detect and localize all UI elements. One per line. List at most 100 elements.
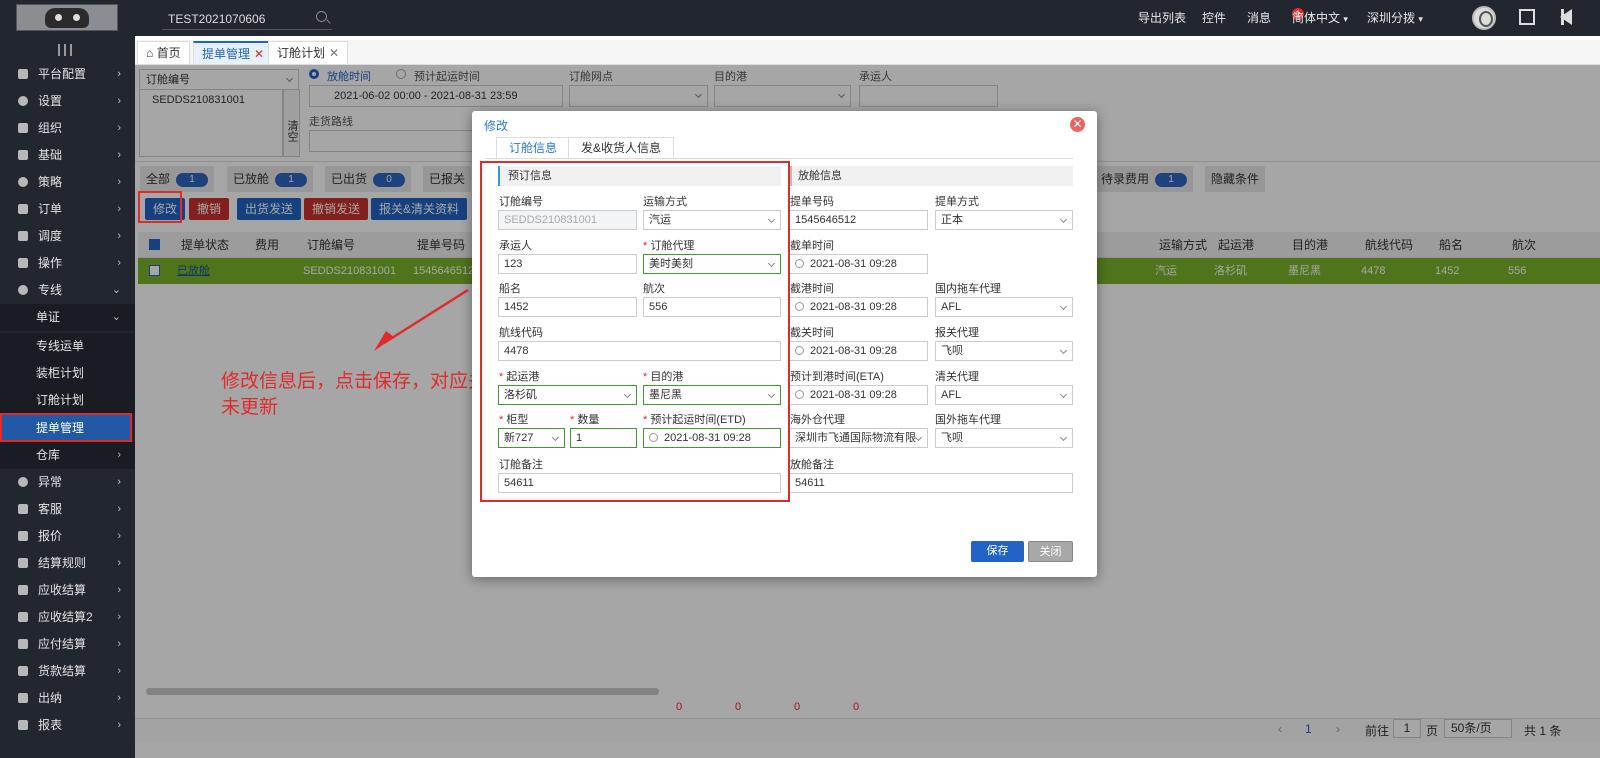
sidebar-item-settle-rules[interactable]: 结算规则 ›: [0, 550, 135, 577]
sidebar-item-express-waybill[interactable]: 专线运单: [0, 333, 135, 360]
sidebar-item-loading-plan[interactable]: 装柜计划: [0, 360, 135, 387]
modal-title: 修改: [484, 119, 509, 133]
org-icon: [18, 123, 28, 133]
sidebar-item-cashier[interactable]: 出纳 ›: [0, 685, 135, 712]
label-cut-bl-time: 截单时间: [790, 240, 834, 252]
fullscreen-icon[interactable]: [1519, 9, 1535, 25]
clock-icon: [795, 346, 804, 355]
sidebar-item-settings[interactable]: 设置 ›: [0, 88, 135, 115]
label-eta: 预计到港时间(ETA): [790, 371, 884, 383]
user-icon: [18, 693, 28, 703]
label-customs-agent: 报关代理: [935, 327, 979, 339]
bl-no-field[interactable]: 1545646512: [789, 210, 928, 230]
coin-icon: [18, 585, 28, 595]
sidebar-item-dispatch[interactable]: 调度 ›: [0, 223, 135, 250]
bl-type-select[interactable]: 正本: [935, 210, 1073, 230]
collapse-icon[interactable]: [1560, 9, 1572, 25]
label-overseas-warehouse: 海外仓代理: [790, 414, 845, 426]
close-icon[interactable]: ✕: [1070, 117, 1085, 132]
sidebar-item-operation[interactable]: 操作 ›: [0, 250, 135, 277]
tab-divider: [485, 158, 1073, 159]
logo[interactable]: [16, 4, 118, 31]
label-foreign-truck: 国外拖车代理: [935, 414, 1001, 426]
sidebar-item-booking-plan[interactable]: 订舱计划: [0, 387, 135, 414]
list-icon: [18, 204, 28, 214]
tab-consignor-info[interactable]: 发&收货人信息: [568, 137, 675, 159]
search-input[interactable]: TEST2021070606: [162, 8, 332, 30]
sidebar-item-payable[interactable]: 应付结算 ›: [0, 631, 135, 658]
sidebar-item-quote[interactable]: 报价 ›: [0, 523, 135, 550]
label-domestic-truck: 国内拖车代理: [935, 283, 1001, 295]
cut-port-time-picker[interactable]: 2021-08-31 09:28: [789, 297, 928, 317]
coin-icon: [18, 639, 28, 649]
sidebar-group-documents[interactable]: 单证 ⌄: [0, 304, 135, 331]
clock-icon: [795, 302, 804, 311]
sidebar-item-platform[interactable]: 平台配置 ›: [0, 61, 135, 88]
sidebar-item-bl-manage[interactable]: 提单管理: [0, 413, 132, 442]
search-icon[interactable]: [316, 11, 327, 22]
gear-icon: [18, 96, 28, 106]
layers-icon: [18, 150, 28, 160]
monitor-icon: [18, 69, 28, 79]
label-clearance-agent: 清关代理: [935, 371, 979, 383]
home-icon: ⌂: [146, 46, 154, 60]
sidebar-item-express[interactable]: 专线 ⌄: [0, 277, 135, 304]
label-bl-type: 提单方式: [935, 196, 979, 208]
tab-booking-info[interactable]: 订舱信息: [496, 137, 571, 159]
clock-icon: [795, 390, 804, 399]
tab-bar: [135, 40, 1600, 65]
headset-icon: [18, 504, 28, 514]
nav-messages[interactable]: 消息: [1247, 0, 1271, 36]
menu-toggle-icon[interactable]: [58, 44, 72, 56]
chevron-down-icon: ▾: [1343, 14, 1348, 24]
tab-booking-plan[interactable]: 订舱计划 ✕: [268, 41, 349, 65]
sidebar-item-goods-settle[interactable]: 货款结算 ›: [0, 658, 135, 685]
close-icon[interactable]: ✕: [329, 46, 339, 60]
foreign-truck-select[interactable]: 飞呗: [935, 428, 1073, 448]
nav-export-list[interactable]: 导出列表: [1138, 0, 1186, 36]
coin-icon: [18, 612, 28, 622]
sidebar-item-reports[interactable]: 报表 ›: [0, 712, 135, 739]
shield-icon: [18, 177, 28, 187]
monitor-icon: [18, 558, 28, 568]
hand-icon: [18, 258, 28, 268]
hand-icon: [18, 231, 28, 241]
coin-icon: [18, 666, 28, 676]
clock-icon: [18, 285, 28, 295]
region-select[interactable]: 深圳分拨 ▾: [1367, 0, 1423, 36]
sidebar-item-strategy[interactable]: 策略 ›: [0, 169, 135, 196]
eta-date-picker[interactable]: 2021-08-31 09:28: [789, 385, 928, 405]
tab-home[interactable]: ⌂ 首页: [137, 41, 190, 65]
sidebar-item-warehouse[interactable]: 仓库 ›: [0, 442, 135, 469]
chart-icon: [18, 720, 28, 730]
cut-customs-time-picker[interactable]: 2021-08-31 09:28: [789, 341, 928, 361]
nav-controls[interactable]: 控件: [1202, 0, 1226, 36]
overseas-warehouse-select[interactable]: 深圳市飞通国际物流有限: [789, 428, 928, 448]
label-bl-no: 提单号码: [790, 196, 834, 208]
sidebar-item-order[interactable]: 订单 ›: [0, 196, 135, 223]
save-button[interactable]: 保存: [971, 541, 1024, 562]
tab-bl-manage[interactable]: 提单管理 ✕: [193, 41, 274, 65]
annotation-arrow: [374, 288, 469, 351]
sidebar-item-exception[interactable]: 异常 ›: [0, 469, 135, 496]
label-cut-customs-time: 截关时间: [790, 327, 834, 339]
domestic-truck-select[interactable]: AFL: [935, 297, 1073, 317]
alert-icon: [18, 477, 28, 487]
annotation-box: [138, 191, 182, 223]
close-button[interactable]: 关闭: [1028, 541, 1073, 562]
release-remark-field[interactable]: 54611: [789, 473, 1073, 493]
cut-bl-time-picker[interactable]: 2021-08-31 09:28: [789, 254, 928, 274]
customs-agent-select[interactable]: 飞呗: [935, 341, 1073, 361]
sidebar-item-receivable[interactable]: 应收结算 ›: [0, 577, 135, 604]
avatar[interactable]: [1472, 6, 1496, 30]
label-release-remark: 放舱备注: [790, 459, 834, 471]
sidebar-item-service[interactable]: 客服 ›: [0, 496, 135, 523]
sidebar-item-receivable2[interactable]: 应收结算2 ›: [0, 604, 135, 631]
clearance-agent-select[interactable]: AFL: [935, 385, 1073, 405]
sidebar-item-org[interactable]: 组织 ›: [0, 115, 135, 142]
tag-icon: [18, 531, 28, 541]
language-select[interactable]: 简体中文 ▾: [1292, 0, 1348, 36]
section-release: 放舱信息: [790, 166, 1073, 186]
close-icon[interactable]: ✕: [254, 47, 264, 61]
sidebar-item-basic[interactable]: 基础 ›: [0, 142, 135, 169]
